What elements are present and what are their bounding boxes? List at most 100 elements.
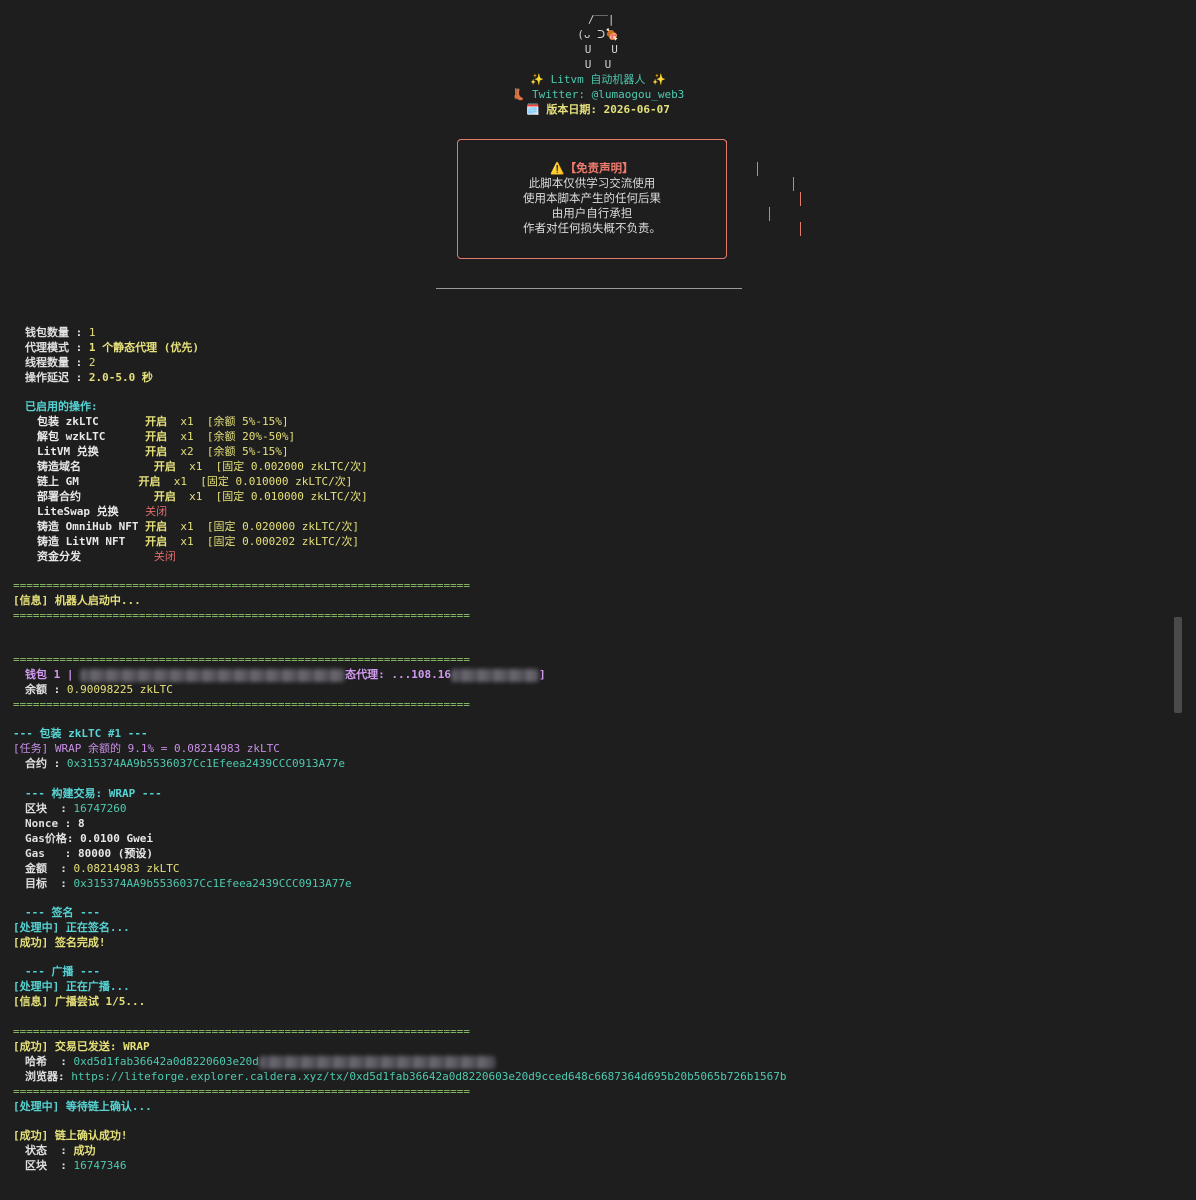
operation-row: 铸造 OmniHub NFT 开启 x1 [固定 0.020000 zkLTC/… (37, 519, 359, 534)
operation-detail: x1 [固定 0.010000 zkLTC/次] (175, 490, 368, 503)
build-heading: --- 构建交易: WRAP --- (25, 787, 162, 800)
operation-row: 资金分发 关闭 (37, 549, 176, 564)
explorer-link[interactable]: https://liteforge.explorer.caldera.xyz/t… (71, 1070, 786, 1083)
task-contract: 合约 : 0x315374AA9b5536037Cc1Efeea2439CCC0… (25, 757, 346, 770)
disclaimer-line-4: 作者对任何损失概不负责。 (523, 221, 661, 235)
ops-header: 已启用的操作: (25, 400, 98, 413)
redacted-proxy (450, 668, 539, 682)
divider (436, 288, 742, 289)
operation-name: 铸造 OmniHub NFT (37, 520, 139, 533)
wallet-line: 钱包 1 | 态代理: ...108.16] (25, 668, 546, 682)
start-message: [信息] 机器人启动中... (13, 594, 141, 607)
disclaimer-border-fragment (793, 177, 794, 191)
sign-heading: --- 签名 --- (25, 906, 100, 919)
separator: ========================================… (13, 609, 470, 622)
operation-row: LitVM 兑换 开启 x2 [余额 5%-15%] (37, 444, 288, 459)
operation-status: 关闭 (145, 505, 168, 518)
disclaimer-border-fragment (769, 207, 770, 221)
config-delay: 操作延迟 : 2.0-5.0 秒 (25, 371, 153, 384)
operation-row: 铸造域名 开启 x1 [固定 0.002000 zkLTC/次] (37, 459, 368, 474)
operation-name: 资金分发 (37, 550, 81, 563)
wallet-balance: 余额 : 0.90098225 zkLTC (25, 683, 173, 696)
operation-status: 开启 (153, 490, 176, 503)
operation-name: 链上 GM (37, 475, 79, 488)
operation-row: 铸造 LitVM NFT 开启 x1 [固定 0.000202 zkLTC/次] (37, 534, 359, 549)
build-amount: 金额 : 0.08214983 zkLTC (25, 862, 180, 875)
build-block: 区块 : 16747260 (25, 802, 127, 815)
signing-status: [处理中] 正在签名... (13, 921, 130, 934)
operation-name: LitVM 兑换 (37, 445, 99, 458)
config-wallet-count: 钱包数量 : 1 (25, 326, 96, 339)
build-target: 目标 : 0x315374AA9b5536037Cc1Efeea2439CCC0… (25, 877, 352, 890)
scrollbar-thumb[interactable] (1174, 617, 1182, 713)
operation-status: 关闭 (153, 550, 176, 563)
operation-detail: x2 [余额 5%-15%] (167, 445, 289, 458)
operation-status: 开启 (145, 415, 168, 428)
separator: ========================================… (13, 698, 470, 711)
separator: ========================================… (13, 1025, 470, 1038)
operation-name: 铸造 LitVM NFT (37, 535, 126, 548)
separator: ========================================… (13, 1085, 470, 1098)
broadcast-attempt: [信息] 广播尝试 1/5... (13, 995, 146, 1008)
operation-status: 开启 (145, 535, 168, 548)
confirmed-status: [成功] 链上确认成功! (13, 1129, 128, 1142)
redacted-address (80, 668, 346, 682)
operation-status: 开启 (145, 430, 168, 443)
banner-art-4: U U (584, 58, 612, 71)
operation-detail: x1 [固定 0.010000 zkLTC/次] (160, 475, 353, 488)
task-line: [任务] WRAP 余额的 9.1% = 0.08214983 zkLTC (13, 742, 280, 755)
broadcast-heading: --- 广播 --- (25, 965, 100, 978)
disclaimer-border-fragment (800, 222, 801, 236)
waiting-status: [处理中] 等待链上确认... (13, 1100, 152, 1113)
operation-status: 开启 (145, 520, 168, 533)
disclaimer-line-1: 此脚本仅供学习交流使用 (528, 176, 656, 190)
disclaimer-title: ⚠️【免责声明】 (550, 161, 634, 175)
operation-status: 开启 (138, 475, 161, 488)
final-status: 状态 : 成功 (25, 1144, 96, 1157)
final-block: 区块 : 16747346 (25, 1159, 127, 1172)
banner-twitter: 👢 Twitter: @lumaogou_web3 (511, 88, 685, 101)
operation-detail: x1 [固定 0.002000 zkLTC/次] (175, 460, 368, 473)
operation-status: 开启 (145, 445, 168, 458)
separator: ========================================… (13, 579, 470, 592)
build-nonce: Nonce : 8 (25, 817, 85, 830)
operation-name: 包装 zkLTC (37, 415, 99, 428)
signed-status: [成功] 签名完成! (13, 936, 106, 949)
operation-detail: x1 [固定 0.000202 zkLTC/次] (167, 535, 360, 548)
build-gas: Gas : 80000 (预设) (25, 847, 153, 860)
operation-detail: x1 [固定 0.020000 zkLTC/次] (167, 520, 360, 533)
tx-hash: 哈希 : 0xd5d1fab36642a0d8220603e20d (25, 1054, 495, 1069)
disclaimer-border-fragment (757, 162, 758, 176)
operation-detail: x1 [余额 5%-15%] (167, 415, 289, 428)
config-thread-count: 线程数量 : 2 (25, 356, 96, 369)
banner-art-1: /‾‾| (581, 13, 615, 26)
banner-version: 🗓️ 版本日期: 2026-06-07 (526, 103, 670, 116)
operation-name: LiteSwap 兑换 (37, 505, 119, 518)
banner-title: ✨ Litvm 自动机器人 ✨ (530, 73, 666, 86)
operation-row: 解包 wzkLTC 开启 x1 [余额 20%-50%] (37, 429, 295, 444)
disclaimer-line-2: 使用本脚本产生的任何后果 (523, 191, 661, 205)
operation-row: LiteSwap 兑换 关闭 (37, 504, 167, 519)
operation-row: 部署合约 开启 x1 [固定 0.010000 zkLTC/次] (37, 489, 368, 504)
build-gasprice: Gas价格: 0.0100 Gwei (25, 832, 153, 845)
tx-explorer[interactable]: 浏览器: https://liteforge.explorer.caldera.… (25, 1069, 787, 1084)
operation-row: 包装 zkLTC 开启 x1 [余额 5%-15%] (37, 414, 288, 429)
redacted-hash (258, 1055, 495, 1069)
operation-detail: x1 [余额 20%-50%] (167, 430, 296, 443)
disclaimer-border-fragment (726, 141, 727, 155)
task-heading: --- 包装 zkLTC #1 --- (13, 727, 148, 740)
operation-status: 开启 (153, 460, 176, 473)
disclaimer-box: ⚠️【免责声明】 此脚本仅供学习交流使用 使用本脚本产生的任何后果 由用户自行承… (457, 139, 727, 259)
operation-name: 部署合约 (37, 490, 81, 503)
banner-art-3: U U (578, 43, 618, 56)
operation-name: 解包 wzkLTC (37, 430, 106, 443)
banner-art-2: (ᴗ ᑐ🍖 (577, 28, 619, 41)
operation-name: 铸造域名 (37, 460, 81, 473)
broadcasting-status: [处理中] 正在广播... (13, 980, 130, 993)
config-proxy-mode: 代理模式 : 1 个静态代理 (优先) (25, 341, 199, 354)
operation-row: 链上 GM 开启 x1 [固定 0.010000 zkLTC/次] (37, 474, 352, 489)
disclaimer-border-fragment (800, 192, 801, 206)
tx-sent: [成功] 交易已发送: WRAP (13, 1040, 150, 1053)
disclaimer-line-3: 由用户自行承担 (551, 206, 633, 220)
separator: ========================================… (13, 653, 470, 666)
